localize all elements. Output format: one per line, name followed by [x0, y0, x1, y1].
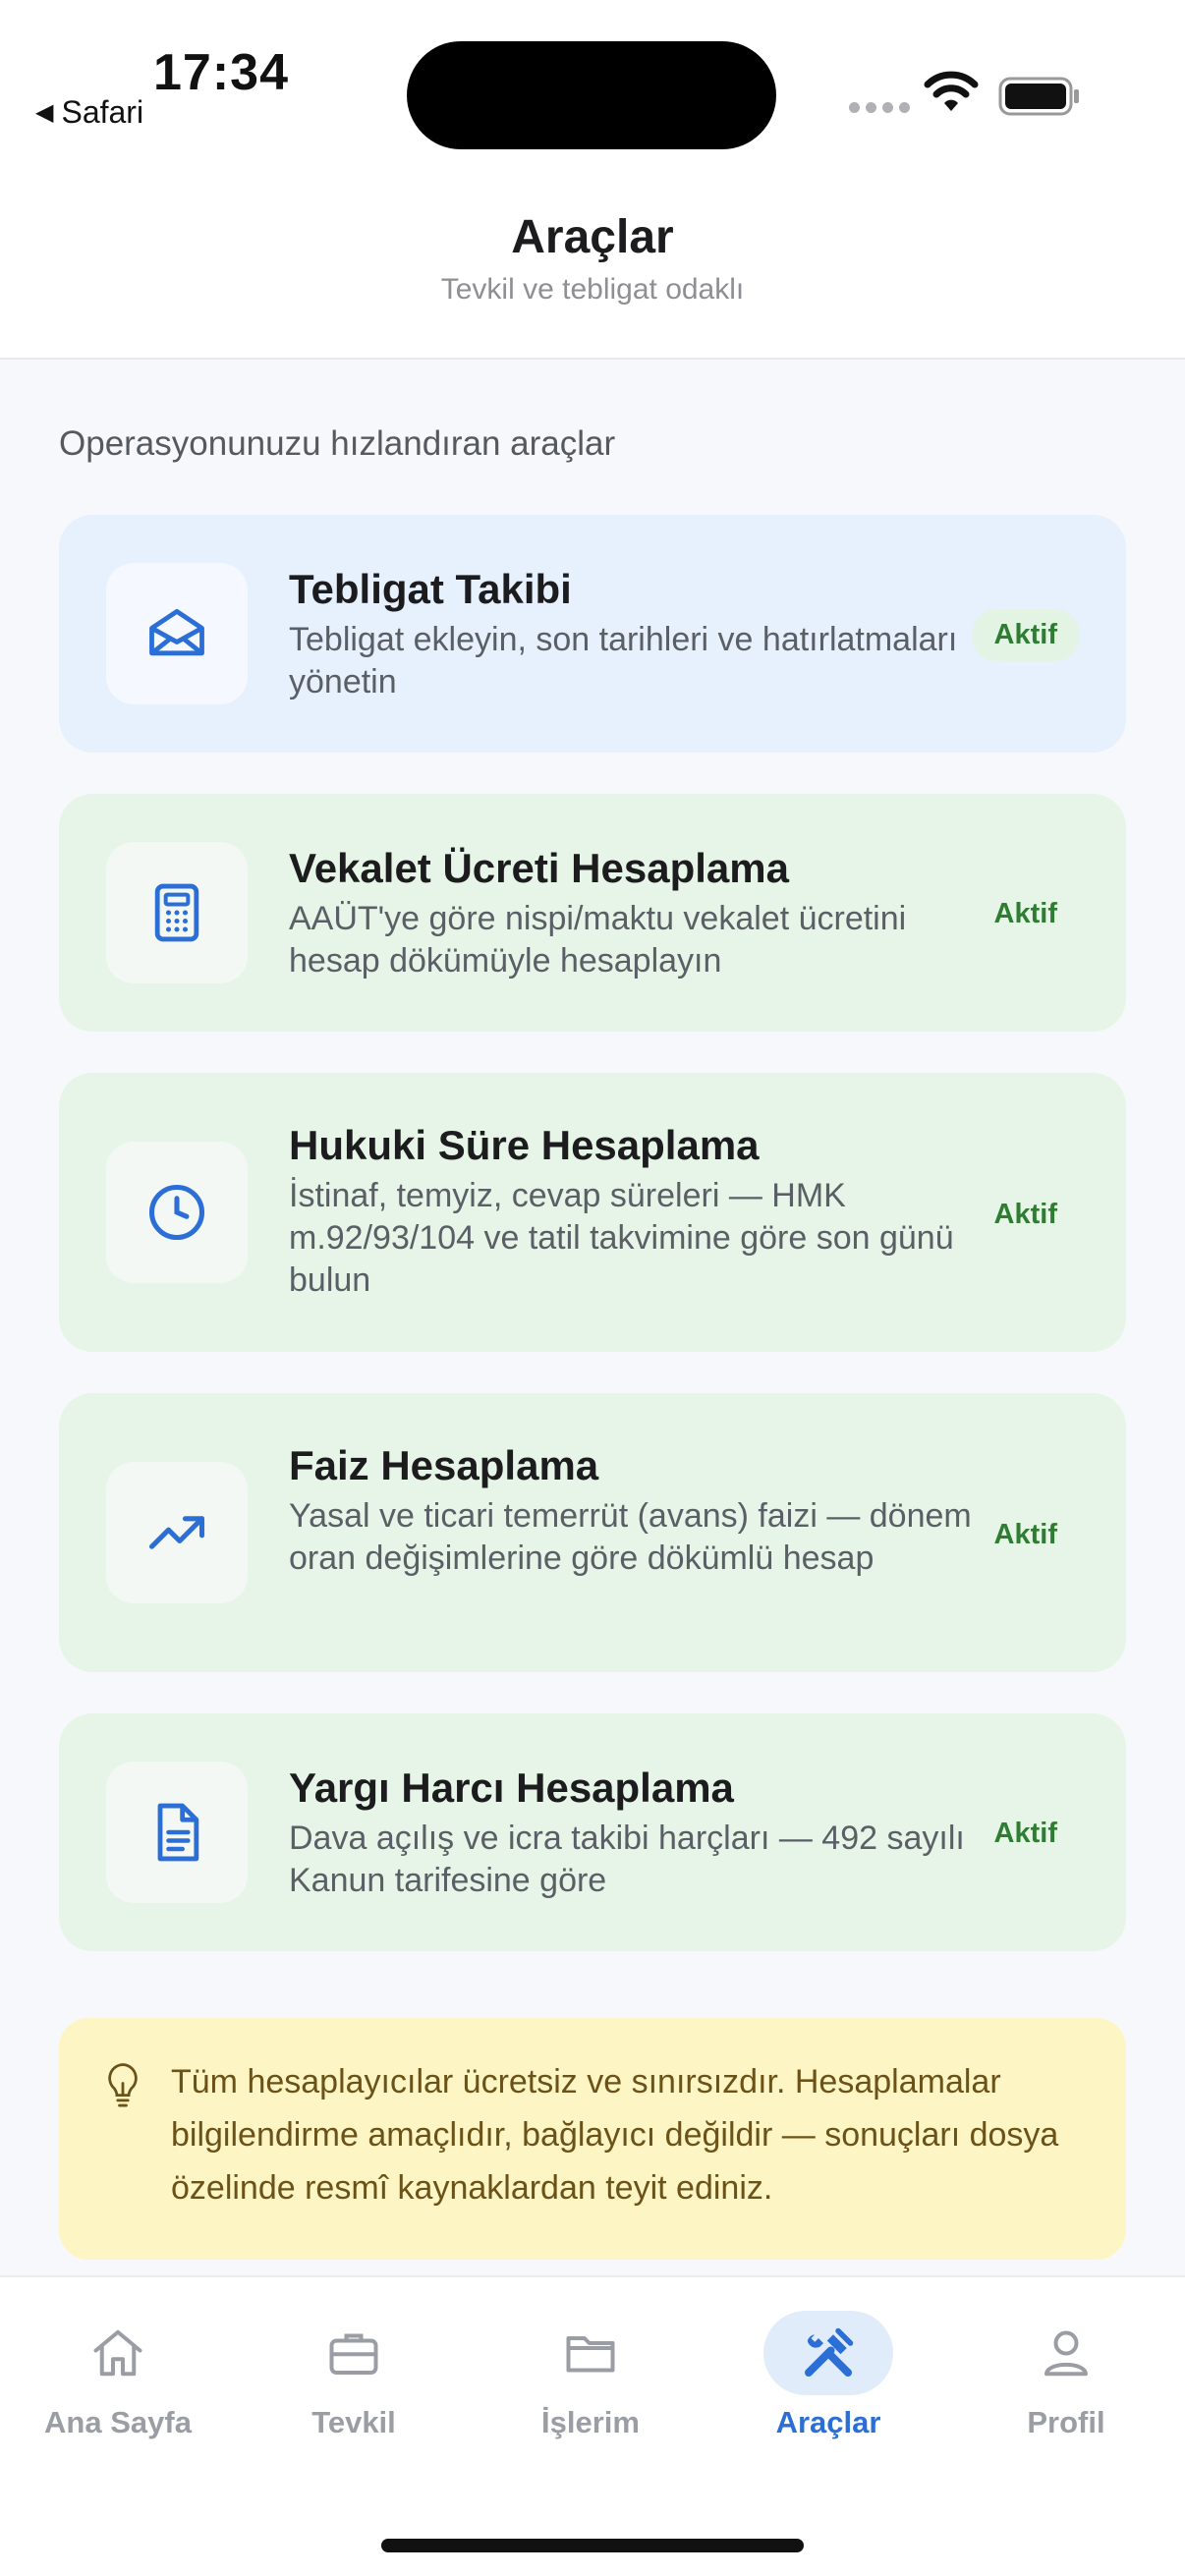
- tool-description: Yasal ve ticari temerrüt (avans) faizi —…: [289, 1497, 972, 1577]
- tool-icon-box: [106, 563, 248, 704]
- status-time: 17:34: [153, 44, 289, 101]
- envelope-icon: [149, 608, 204, 656]
- tab-tevkil[interactable]: Tevkil: [255, 2307, 452, 2444]
- tool-icon-box: [106, 1142, 248, 1283]
- tab-label: Tevkil: [311, 2405, 396, 2439]
- page-subtitle: Tevkil ve tebligat odaklı: [440, 273, 745, 306]
- tool-description: AAÜT'ye göre nispi/maktu vekalet ücretin…: [289, 900, 907, 980]
- info-text: Tüm hesaplayıcılar ücretsiz ve sınırsızd…: [171, 2063, 1059, 2207]
- tool-title: Tebligat Takibi: [289, 566, 572, 612]
- status-bar: 17:34 ◀ Safari: [0, 0, 1185, 167]
- tab-profil[interactable]: Profil: [968, 2307, 1164, 2444]
- section-title: Operasyonunuzu hızlandıran araçlar: [59, 424, 616, 463]
- status-badge: Aktif: [993, 1818, 1057, 1849]
- lightbulb-icon: [108, 2063, 138, 2107]
- tab-bar: Ana Sayfa Tevkil İşlerim Araçlar Profil: [0, 2275, 1185, 2576]
- tool-card-harc[interactable]: Yargı Harcı Hesaplama Dava açılış ve icr…: [59, 1713, 1126, 1951]
- tab-islerim[interactable]: İşlerim: [492, 2307, 689, 2444]
- person-icon-wrap: [1001, 2311, 1131, 2395]
- back-app-label: Safari: [61, 94, 144, 130]
- tab-label: İşlerim: [541, 2405, 640, 2439]
- tab-araclar[interactable]: Araçlar: [730, 2307, 927, 2444]
- tab-label: Araçlar: [775, 2405, 881, 2439]
- tool-title: Hukuki Süre Hesaplama: [289, 1122, 760, 1168]
- document-icon: [157, 1803, 199, 1862]
- tool-card-vekalet[interactable]: Vekalet Ücreti Hesaplama AAÜT'ye göre ni…: [59, 794, 1126, 1032]
- tool-description: Dava açılış ve icra takibi harçları — 49…: [289, 1820, 965, 1899]
- back-triangle-icon: ◀: [35, 99, 54, 126]
- tool-title: Vekalet Ücreti Hesaplama: [289, 845, 789, 891]
- back-to-app-link[interactable]: ◀ Safari: [35, 94, 143, 131]
- home-indicator: [381, 2539, 804, 2552]
- status-badge: Aktif: [993, 1519, 1057, 1550]
- folder-icon: [566, 2336, 615, 2373]
- tool-description: Tebligat ekleyin, son tarihleri ve hatır…: [289, 621, 958, 700]
- trend-up-icon: [148, 1516, 205, 1549]
- tool-icon-box: [106, 1462, 248, 1603]
- dynamic-island: [407, 41, 776, 149]
- status-badge: Aktif: [993, 898, 1057, 929]
- tab-label: Ana Sayfa: [44, 2405, 192, 2439]
- tab-label: Profil: [1027, 2405, 1105, 2439]
- wifi-icon: [924, 71, 979, 111]
- tool-card-tebligat[interactable]: Tebligat Takibi Tebligat ekleyin, son ta…: [59, 515, 1126, 753]
- status-badge: Aktif: [993, 1199, 1057, 1230]
- person-icon: [1044, 2330, 1088, 2377]
- tool-card-sure[interactable]: Hukuki Süre Hesaplama İstinaf, temyiz, c…: [59, 1073, 1126, 1352]
- tools-icon-wrap: [763, 2311, 893, 2395]
- folder-icon-wrap: [526, 2311, 655, 2395]
- calculator-icon: [154, 883, 199, 942]
- briefcase-icon-wrap: [289, 2311, 419, 2395]
- page-header: Araçlar Tevkil ve tebligat odaklı: [0, 167, 1185, 360]
- tool-icon-box: [106, 1762, 248, 1903]
- status-badge: Aktif: [972, 609, 1079, 661]
- tool-card-faiz[interactable]: Faiz Hesaplama Yasal ve ticari temerrüt …: [59, 1393, 1126, 1672]
- battery-icon: [998, 77, 1079, 116]
- briefcase-icon: [329, 2333, 378, 2375]
- page-title: Araçlar: [511, 211, 674, 263]
- tools-icon: [805, 2327, 854, 2377]
- tool-title: Faiz Hesaplama: [289, 1442, 599, 1488]
- tool-icon-box: [106, 842, 248, 983]
- clock-icon: [148, 1184, 205, 1241]
- home-icon: [93, 2329, 142, 2377]
- tab-ana-sayfa[interactable]: Ana Sayfa: [20, 2307, 216, 2444]
- home-icon-wrap: [53, 2311, 183, 2395]
- cellular-signal-icon: [849, 102, 910, 113]
- info-banner: Tüm hesaplayıcılar ücretsiz ve sınırsızd…: [59, 2018, 1126, 2260]
- tool-description: İstinaf, temyiz, cevap süreleri — HMK m.…: [289, 1177, 954, 1299]
- tool-title: Yargı Harcı Hesaplama: [289, 1764, 734, 1811]
